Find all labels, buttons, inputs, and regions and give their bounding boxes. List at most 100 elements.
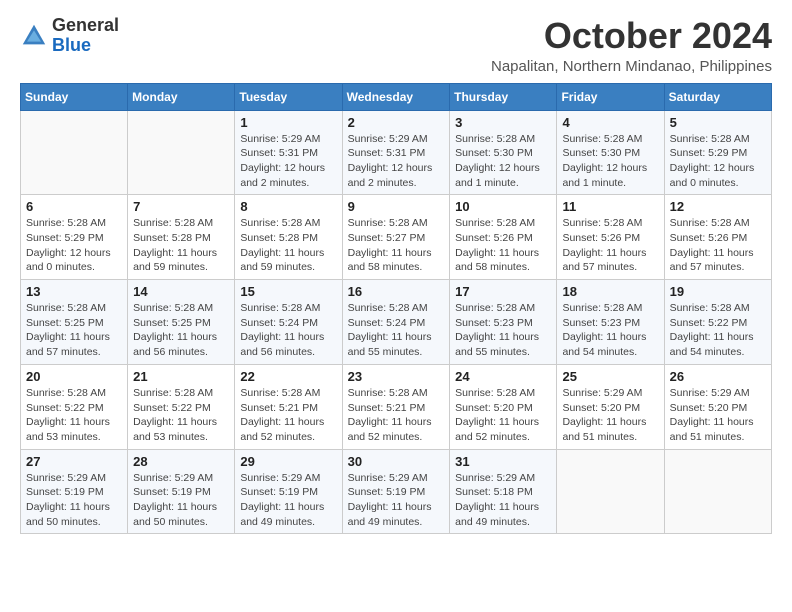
day-number: 11 — [562, 199, 658, 214]
calendar-week-1: 1 Sunrise: 5:29 AMSunset: 5:31 PMDaylight… — [21, 110, 772, 195]
day-info: Sunrise: 5:28 AMSunset: 5:29 PMDaylight:… — [670, 132, 766, 191]
day-info: Sunrise: 5:29 AMSunset: 5:19 PMDaylight:… — [348, 471, 445, 530]
calendar-cell: 22 Sunrise: 5:28 AMSunset: 5:21 PMDayligh… — [235, 364, 342, 449]
day-number: 10 — [455, 199, 551, 214]
calendar-cell: 4 Sunrise: 5:28 AMSunset: 5:30 PMDaylight… — [557, 110, 664, 195]
day-info: Sunrise: 5:28 AMSunset: 5:26 PMDaylight:… — [670, 216, 766, 275]
day-number: 21 — [133, 369, 229, 384]
day-info: Sunrise: 5:28 AMSunset: 5:30 PMDaylight:… — [562, 132, 658, 191]
day-info: Sunrise: 5:29 AMSunset: 5:19 PMDaylight:… — [26, 471, 122, 530]
day-number: 8 — [240, 199, 336, 214]
day-number: 17 — [455, 284, 551, 299]
logo-text: General Blue — [52, 16, 119, 56]
day-info: Sunrise: 5:28 AMSunset: 5:21 PMDaylight:… — [240, 386, 336, 445]
day-info: Sunrise: 5:28 AMSunset: 5:23 PMDaylight:… — [562, 301, 658, 360]
calendar-cell: 29 Sunrise: 5:29 AMSunset: 5:19 PMDayligh… — [235, 449, 342, 534]
calendar-cell: 27 Sunrise: 5:29 AMSunset: 5:19 PMDayligh… — [21, 449, 128, 534]
day-info: Sunrise: 5:28 AMSunset: 5:26 PMDaylight:… — [562, 216, 658, 275]
day-number: 4 — [562, 115, 658, 130]
calendar-cell: 10 Sunrise: 5:28 AMSunset: 5:26 PMDayligh… — [450, 195, 557, 280]
calendar-cell: 15 Sunrise: 5:28 AMSunset: 5:24 PMDayligh… — [235, 280, 342, 365]
calendar-table: SundayMondayTuesdayWednesdayThursdayFrid… — [20, 83, 772, 535]
day-info: Sunrise: 5:28 AMSunset: 5:29 PMDaylight:… — [26, 216, 122, 275]
calendar-cell: 9 Sunrise: 5:28 AMSunset: 5:27 PMDaylight… — [342, 195, 450, 280]
day-info: Sunrise: 5:28 AMSunset: 5:26 PMDaylight:… — [455, 216, 551, 275]
day-info: Sunrise: 5:28 AMSunset: 5:28 PMDaylight:… — [133, 216, 229, 275]
header-day-thursday: Thursday — [450, 83, 557, 110]
day-number: 15 — [240, 284, 336, 299]
calendar-cell: 30Sunrise: 5:29 AMSunset: 5:19 PMDayligh… — [342, 449, 450, 534]
logo-blue: Blue — [52, 35, 91, 55]
calendar-cell: 26Sunrise: 5:29 AMSunset: 5:20 PMDayligh… — [664, 364, 771, 449]
day-info: Sunrise: 5:28 AMSunset: 5:25 PMDaylight:… — [26, 301, 122, 360]
day-info: Sunrise: 5:29 AMSunset: 5:19 PMDaylight:… — [133, 471, 229, 530]
calendar-week-5: 27 Sunrise: 5:29 AMSunset: 5:19 PMDayligh… — [21, 449, 772, 534]
day-info: Sunrise: 5:28 AMSunset: 5:28 PMDaylight:… — [240, 216, 336, 275]
calendar-cell: 21 Sunrise: 5:28 AMSunset: 5:22 PMDayligh… — [128, 364, 235, 449]
day-number: 3 — [455, 115, 551, 130]
day-info: Sunrise: 5:28 AMSunset: 5:30 PMDaylight:… — [455, 132, 551, 191]
header-day-sunday: Sunday — [21, 83, 128, 110]
calendar-cell — [664, 449, 771, 534]
day-info: Sunrise: 5:29 AMSunset: 5:20 PMDaylight:… — [670, 386, 766, 445]
calendar-cell: 28 Sunrise: 5:29 AMSunset: 5:19 PMDayligh… — [128, 449, 235, 534]
calendar-cell: 12 Sunrise: 5:28 AMSunset: 5:26 PMDayligh… — [664, 195, 771, 280]
calendar-cell — [21, 110, 128, 195]
day-info: Sunrise: 5:28 AMSunset: 5:22 PMDaylight:… — [133, 386, 229, 445]
header-day-saturday: Saturday — [664, 83, 771, 110]
day-number: 27 — [26, 454, 122, 469]
calendar-cell: 23Sunrise: 5:28 AMSunset: 5:21 PMDayligh… — [342, 364, 450, 449]
day-info: Sunrise: 5:29 AMSunset: 5:19 PMDaylight:… — [240, 471, 336, 530]
calendar-cell: 2Sunrise: 5:29 AMSunset: 5:31 PMDaylight… — [342, 110, 450, 195]
calendar-cell — [557, 449, 664, 534]
day-number: 25 — [562, 369, 658, 384]
logo-general: General — [52, 15, 119, 35]
day-info: Sunrise: 5:29 AMSunset: 5:31 PMDaylight:… — [240, 132, 336, 191]
calendar-cell: 18 Sunrise: 5:28 AMSunset: 5:23 PMDayligh… — [557, 280, 664, 365]
logo: General Blue — [20, 16, 119, 56]
day-info: Sunrise: 5:28 AMSunset: 5:24 PMDaylight:… — [348, 301, 445, 360]
calendar-cell: 6 Sunrise: 5:28 AMSunset: 5:29 PMDaylight… — [21, 195, 128, 280]
day-info: Sunrise: 5:28 AMSunset: 5:21 PMDaylight:… — [348, 386, 445, 445]
day-info: Sunrise: 5:28 AMSunset: 5:24 PMDaylight:… — [240, 301, 336, 360]
day-info: Sunrise: 5:29 AMSunset: 5:20 PMDaylight:… — [562, 386, 658, 445]
calendar-cell: 8 Sunrise: 5:28 AMSunset: 5:28 PMDaylight… — [235, 195, 342, 280]
day-number: 1 — [240, 115, 336, 130]
day-number: 24 — [455, 369, 551, 384]
day-info: Sunrise: 5:29 AMSunset: 5:18 PMDaylight:… — [455, 471, 551, 530]
day-info: Sunrise: 5:28 AMSunset: 5:22 PMDaylight:… — [26, 386, 122, 445]
day-number: 22 — [240, 369, 336, 384]
calendar-cell: 13Sunrise: 5:28 AMSunset: 5:25 PMDayligh… — [21, 280, 128, 365]
calendar-week-3: 13Sunrise: 5:28 AMSunset: 5:25 PMDayligh… — [21, 280, 772, 365]
calendar-cell: 25 Sunrise: 5:29 AMSunset: 5:20 PMDayligh… — [557, 364, 664, 449]
day-number: 6 — [26, 199, 122, 214]
day-info: Sunrise: 5:28 AMSunset: 5:22 PMDaylight:… — [670, 301, 766, 360]
calendar-cell: 19 Sunrise: 5:28 AMSunset: 5:22 PMDayligh… — [664, 280, 771, 365]
day-info: Sunrise: 5:28 AMSunset: 5:20 PMDaylight:… — [455, 386, 551, 445]
page-header: General Blue October 2024 Napalitan, Nor… — [20, 16, 772, 75]
calendar-cell: 16Sunrise: 5:28 AMSunset: 5:24 PMDayligh… — [342, 280, 450, 365]
calendar-cell: 3 Sunrise: 5:28 AMSunset: 5:30 PMDaylight… — [450, 110, 557, 195]
calendar-cell: 14Sunrise: 5:28 AMSunset: 5:25 PMDayligh… — [128, 280, 235, 365]
header-day-friday: Friday — [557, 83, 664, 110]
logo-icon — [20, 22, 48, 50]
day-number: 28 — [133, 454, 229, 469]
header-day-wednesday: Wednesday — [342, 83, 450, 110]
day-number: 9 — [348, 199, 445, 214]
calendar-cell: 11 Sunrise: 5:28 AMSunset: 5:26 PMDayligh… — [557, 195, 664, 280]
calendar-week-2: 6 Sunrise: 5:28 AMSunset: 5:29 PMDaylight… — [21, 195, 772, 280]
calendar-cell: 20Sunrise: 5:28 AMSunset: 5:22 PMDayligh… — [21, 364, 128, 449]
header-day-monday: Monday — [128, 83, 235, 110]
day-number: 5 — [670, 115, 766, 130]
day-info: Sunrise: 5:28 AMSunset: 5:27 PMDaylight:… — [348, 216, 445, 275]
title-area: October 2024 Napalitan, Northern Mindana… — [491, 16, 772, 75]
day-number: 7 — [133, 199, 229, 214]
calendar-cell: 17Sunrise: 5:28 AMSunset: 5:23 PMDayligh… — [450, 280, 557, 365]
calendar-cell: 1 Sunrise: 5:29 AMSunset: 5:31 PMDaylight… — [235, 110, 342, 195]
day-number: 2 — [348, 115, 445, 130]
day-number: 19 — [670, 284, 766, 299]
day-number: 12 — [670, 199, 766, 214]
day-number: 18 — [562, 284, 658, 299]
calendar-header-row: SundayMondayTuesdayWednesdayThursdayFrid… — [21, 83, 772, 110]
day-number: 29 — [240, 454, 336, 469]
